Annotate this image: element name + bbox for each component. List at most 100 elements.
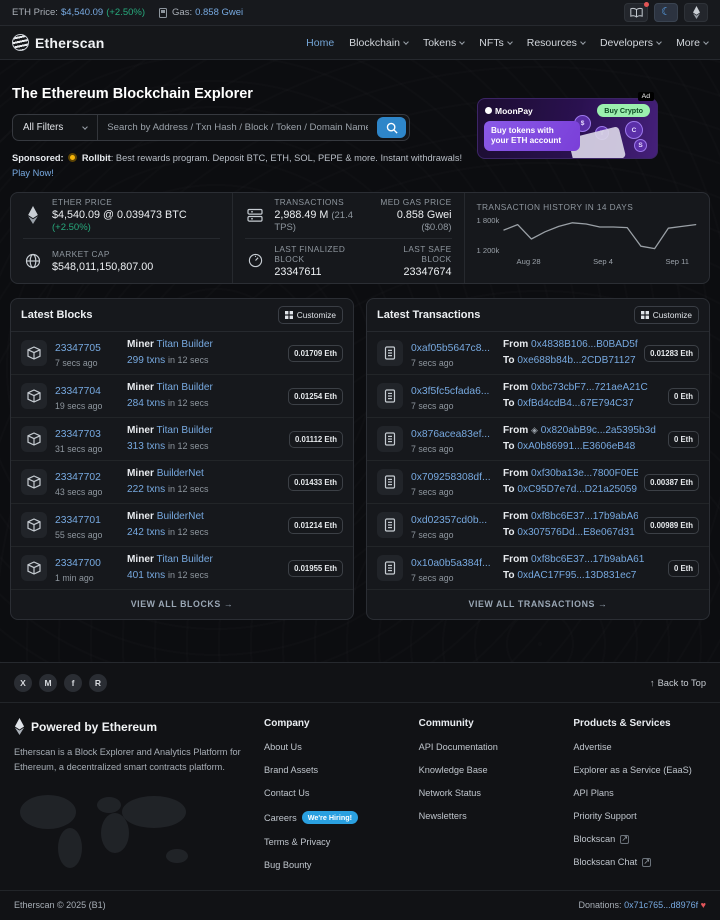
txns-link[interactable]: 313 txns — [127, 441, 165, 452]
view-all-blocks-link[interactable]: VIEW ALL BLOCKS → — [11, 590, 353, 619]
tx-hash-link[interactable]: 0xd02357cd0b... — [411, 515, 487, 526]
miner-link[interactable]: Titan Builder — [157, 339, 213, 350]
market-cap-value[interactable]: $548,011,150,807.00 — [52, 261, 153, 273]
nav-item-developers[interactable]: Developers — [600, 37, 661, 49]
changelog-button[interactable] — [624, 3, 648, 22]
nav-item-home[interactable]: Home — [306, 37, 334, 49]
footer-link-knowledge-base[interactable]: Knowledge Base — [419, 765, 552, 775]
view-all-transactions-link[interactable]: VIEW ALL TRANSACTIONS → — [367, 590, 709, 619]
txns-link[interactable]: 222 txns — [127, 484, 165, 495]
ether-price-value[interactable]: $4,540.09 @ 0.039473 BTC (+2.50%) — [52, 209, 220, 233]
miner-label: Miner — [127, 511, 154, 522]
eth-price-value[interactable]: $4,540.09 — [61, 7, 103, 18]
filter-label: All Filters — [23, 122, 63, 133]
sponsored-link[interactable]: Play Now! — [12, 168, 54, 178]
footer-link-network-status[interactable]: Network Status — [419, 788, 552, 798]
tx-hash-link[interactable]: 0x10a0b5a384f... — [411, 558, 491, 569]
tx-hash-link[interactable]: 0x3f5fc5cfada6... — [411, 386, 489, 397]
to-address-link[interactable]: 0xA0b86991...E3606eB48 — [517, 441, 635, 452]
from-address-link[interactable]: 0xf30ba13e...7800F0EB0 — [531, 468, 638, 479]
block-number-link[interactable]: 23347702 — [55, 472, 101, 483]
theme-toggle-button[interactable]: ☾ — [654, 3, 678, 22]
tx-amount-badge: 0 Eth — [668, 431, 699, 448]
twitter-x-icon[interactable]: X — [14, 674, 32, 692]
from-address-link[interactable]: 0x820abB9c...2a5395b3d — [541, 425, 656, 436]
footer-link-about-us[interactable]: About Us — [264, 742, 397, 752]
block-number-link[interactable]: 23347704 — [55, 386, 101, 397]
from-address-link[interactable]: 0xf8bc6E37...17b9abA61 — [531, 554, 644, 565]
footer-link-eaas[interactable]: Explorer as a Service (EaaS) — [573, 765, 706, 775]
footer-link-bug-bounty[interactable]: Bug Bounty — [264, 860, 397, 870]
block-number-link[interactable]: 23347700 — [55, 558, 101, 569]
from-label: From — [503, 339, 528, 350]
search-button[interactable] — [377, 117, 406, 138]
etherscan-logo[interactable]: Etherscan — [12, 34, 105, 51]
txns-link[interactable]: 299 txns — [127, 355, 165, 366]
block-number-link[interactable]: 23347705 — [55, 343, 101, 354]
block-age: 7 secs ago — [55, 358, 127, 368]
block-number-link[interactable]: 23347703 — [55, 429, 101, 440]
gas-value[interactable]: 0.858 Gwei — [195, 7, 243, 18]
miner-link[interactable]: Titan Builder — [157, 382, 213, 393]
footer-link-terms-privacy[interactable]: Terms & Privacy — [264, 837, 397, 847]
buy-crypto-button[interactable]: Buy Crypto — [597, 104, 650, 117]
footer-link-advertise[interactable]: Advertise — [573, 742, 706, 752]
miner-link[interactable]: Titan Builder — [157, 554, 213, 565]
miner-link[interactable]: Titan Builder — [157, 425, 213, 436]
to-address-link[interactable]: 0xe688b84b...2CDB71127 — [517, 355, 635, 366]
nav-item-blockchain[interactable]: Blockchain — [349, 37, 408, 49]
footer-link-priority-support[interactable]: Priority Support — [573, 811, 706, 821]
moonpay-ad-banner[interactable]: MoonPay Buy Crypto $ T C S D Buy tokens … — [477, 98, 658, 159]
nav-item-tokens[interactable]: Tokens — [423, 37, 464, 49]
footer-link-blockscan-chat[interactable]: Blockscan Chat↗ — [573, 857, 706, 867]
footer-link-blockscan[interactable]: Blockscan↗ — [573, 834, 706, 844]
ad-tag: Ad — [638, 92, 654, 101]
coin-icon: C — [625, 121, 643, 139]
transactions-customize-button[interactable]: Customize — [634, 306, 699, 324]
footer-link-contact-us[interactable]: Contact Us — [264, 788, 397, 798]
tx-hash-link[interactable]: 0x876acea83ef... — [411, 429, 490, 440]
donations-address-link[interactable]: 0x71c765...d8976f — [624, 900, 698, 910]
miner-link[interactable]: BuilderNet — [157, 468, 204, 479]
footer-link-newsletters[interactable]: Newsletters — [419, 811, 552, 821]
blocks-customize-button[interactable]: Customize — [278, 306, 343, 324]
to-address-link[interactable]: 0x307576Dd...E8e067d31 — [517, 527, 634, 538]
miner-link[interactable]: BuilderNet — [157, 511, 204, 522]
med-gas-value[interactable]: 0.858 Gwei ($0.08) — [373, 209, 452, 233]
nav-item-resources[interactable]: Resources — [527, 37, 585, 49]
moonpay-ad[interactable]: Ad MoonPay Buy Crypto $ T C S D Buy toke… — [477, 93, 658, 159]
finalized-block-value[interactable]: 23347611 — [274, 266, 370, 278]
to-label: To — [503, 355, 515, 366]
footer-link-brand-assets[interactable]: Brand Assets — [264, 765, 397, 775]
from-label: From — [503, 382, 528, 393]
reddit-icon[interactable]: R — [89, 674, 107, 692]
block-number-link[interactable]: 23347701 — [55, 515, 101, 526]
transactions-value[interactable]: 2,988.49 M (21.4 TPS) — [274, 209, 366, 233]
to-address-link[interactable]: 0xfBd4cdB4...67E794C37 — [517, 398, 633, 409]
from-address-link[interactable]: 0xf8bc6E37...17b9abA61 — [531, 511, 638, 522]
from-address-link[interactable]: 0xbc73cbF7...721aeA21C — [531, 382, 648, 393]
safe-block-value[interactable]: 23347674 — [376, 266, 451, 278]
txns-link[interactable]: 401 txns — [127, 570, 165, 581]
footer-link-api-documentation[interactable]: API Documentation — [419, 742, 552, 752]
tx-hash-link[interactable]: 0x709258308df... — [411, 472, 491, 483]
footer-link-api-plans[interactable]: API Plans — [573, 788, 706, 798]
nav-item-nfts[interactable]: NFTs — [479, 37, 512, 49]
to-address-link[interactable]: 0xC95D7e7d...D21a25059 — [517, 484, 637, 495]
block-age: 1 min ago — [55, 573, 127, 583]
footer-description: Etherscan is a Block Explorer and Analyt… — [14, 745, 242, 774]
search-input[interactable] — [98, 122, 377, 133]
footer-link-careers[interactable]: CareersWe're Hiring! — [264, 811, 397, 824]
from-address-link[interactable]: 0x4838B106...B0BAD5f97 — [531, 339, 638, 350]
txns-link[interactable]: 284 txns — [127, 398, 165, 409]
nav-item-more[interactable]: More — [676, 37, 708, 49]
facebook-icon[interactable]: f — [64, 674, 82, 692]
medium-icon[interactable]: M — [39, 674, 57, 692]
search-filter-dropdown[interactable]: All Filters — [13, 115, 98, 140]
network-switch-button[interactable] — [684, 3, 708, 22]
back-to-top-button[interactable]: ↑ Back to Top — [650, 678, 706, 688]
miner-label: Miner — [127, 554, 154, 565]
tx-hash-link[interactable]: 0xaf05b5647c8... — [411, 343, 490, 354]
txns-link[interactable]: 242 txns — [127, 527, 165, 538]
to-address-link[interactable]: 0xdAC17F95...13D831ec7 — [517, 570, 636, 581]
